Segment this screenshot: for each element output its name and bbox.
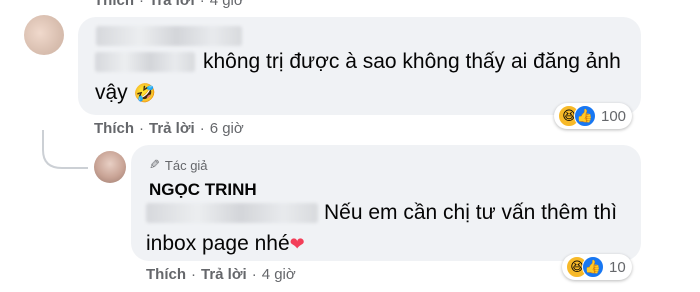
reaction-summary[interactable]: 😆 👍 100 <box>554 103 633 129</box>
rofl-emoji: 🤣 <box>133 83 156 103</box>
reaction-count: 10 <box>609 258 626 276</box>
author-badge: ✎ Tác giả <box>149 157 208 173</box>
reply-link[interactable]: Trả lời <box>201 266 247 283</box>
author-name[interactable]: NGỌC TRINH <box>149 180 257 200</box>
comment-actions-prev: Thích · Trả lời · 4 giờ <box>94 0 244 9</box>
reaction-summary[interactable]: 😆 👍 10 <box>562 254 632 280</box>
redacted-mention <box>95 52 195 72</box>
redacted-mention <box>146 203 318 223</box>
like-link[interactable]: Thích <box>94 0 134 9</box>
reply-text: Nếu em cần chị tư vấn thêm thì <box>324 201 618 224</box>
author-avatar[interactable] <box>94 151 126 183</box>
comment-text-line2: vậy 🤣 <box>95 81 156 104</box>
redacted-username <box>96 26 242 46</box>
avatar[interactable] <box>24 15 64 55</box>
reply-link[interactable]: Trả lời <box>149 0 195 9</box>
comment-text: không trị được à sao không thấy ai đăng … <box>203 50 621 73</box>
timestamp[interactable]: 6 giờ <box>210 120 244 137</box>
reply-actions: Thích · Trả lời · 4 giờ <box>146 266 296 283</box>
like-reaction-icon: 👍 <box>574 105 596 127</box>
like-link[interactable]: Thích <box>146 266 186 283</box>
reaction-count: 100 <box>601 107 627 125</box>
comment-actions: Thích · Trả lời · 6 giờ <box>94 120 244 137</box>
like-reaction-icon: 👍 <box>582 256 604 278</box>
pencil-icon: ✎ <box>149 157 160 172</box>
timestamp[interactable]: 4 giờ <box>262 266 296 283</box>
reply-link[interactable]: Trả lời <box>149 120 195 137</box>
timestamp[interactable]: 4 giờ <box>210 0 244 9</box>
heart-emoji: ❤ <box>289 234 305 254</box>
reply-text-line2: inbox page nhé❤ <box>146 232 305 255</box>
